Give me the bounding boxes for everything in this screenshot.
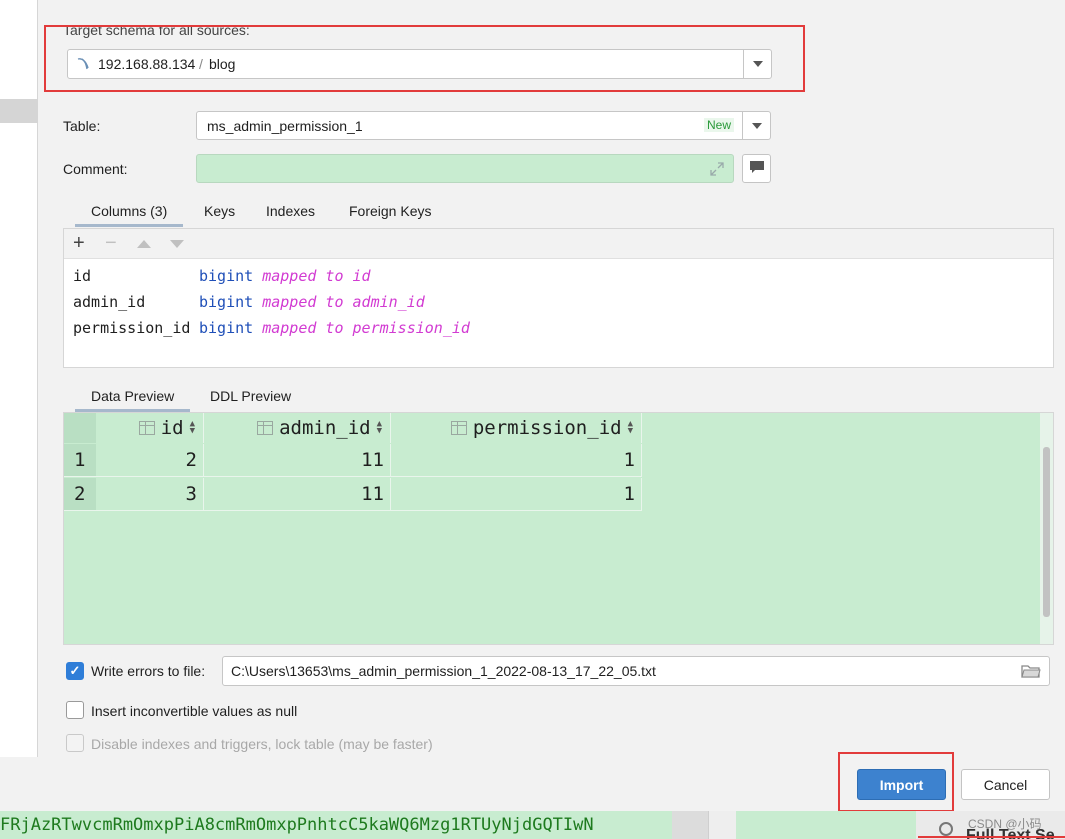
left-panel-selected-row[interactable]: [0, 99, 38, 123]
grid-header-admin-id[interactable]: admin_id ▲ ▼: [204, 413, 391, 443]
chevron-down-icon[interactable]: [743, 50, 771, 78]
background-strip: [708, 811, 736, 839]
background-terminal-text: FRjAzRTwvcmRmOmxpPiA8cmRmOmxpPnhtcC5kaWQ…: [0, 811, 672, 839]
import-button[interactable]: Import: [857, 769, 946, 800]
error-file-path: C:\Users\13653\ms_admin_permission_1_202…: [231, 663, 656, 679]
column-name: admin_id: [73, 293, 146, 311]
column-type: bigint: [199, 267, 254, 285]
background-underline: [918, 836, 1065, 838]
write-errors-label: Write errors to file:: [91, 663, 206, 679]
table-combo[interactable]: ms_admin_permission_1 New: [196, 111, 771, 140]
column-icon: [450, 421, 467, 435]
write-errors-checkbox[interactable]: ✓: [66, 662, 84, 680]
column-type: bigint: [199, 319, 254, 337]
grid-header-permission-id[interactable]: permission_id ▲ ▼: [391, 413, 642, 443]
grid-cell[interactable]: 3: [96, 478, 204, 511]
background-strip: [672, 811, 708, 839]
target-schema-combo[interactable]: 192.168.88.134 / blog: [67, 49, 772, 79]
tab-columns[interactable]: Columns (3): [74, 203, 184, 227]
sort-icon[interactable]: ▲ ▼: [377, 420, 382, 436]
mapped-target: admin_id: [352, 293, 425, 311]
grid-cell[interactable]: 1: [391, 444, 642, 477]
tab-keys[interactable]: Keys: [204, 203, 235, 219]
column-type: bigint: [199, 293, 254, 311]
comment-bubble-button[interactable]: [742, 154, 771, 183]
database-icon: [76, 56, 92, 72]
error-file-field[interactable]: C:\Users\13653\ms_admin_permission_1_202…: [222, 656, 1050, 686]
speech-bubble-icon: [749, 160, 765, 177]
tab-foreign-keys[interactable]: Foreign Keys: [349, 203, 431, 219]
schema-name: blog: [209, 56, 236, 72]
list-item[interactable]: admin_id bigint mapped to admin_id: [73, 289, 470, 315]
left-panel: [0, 0, 38, 757]
mapped-text: mapped to: [262, 319, 344, 337]
comment-label: Comment:: [63, 161, 128, 177]
columns-toolbar: + −: [64, 229, 1053, 259]
schema-separator: /: [199, 56, 203, 72]
header-label: admin_id: [279, 417, 371, 439]
disable-indexes-label: Disable indexes and triggers, lock table…: [91, 736, 433, 752]
columns-panel: + − id bigint mapped to id admin_id bigi…: [63, 228, 1054, 368]
mapped-target: id: [352, 267, 371, 285]
tab-ddl-preview[interactable]: DDL Preview: [210, 388, 291, 404]
mapped-target: permission_id: [352, 319, 470, 337]
new-badge: New: [704, 118, 735, 132]
column-name: permission_id: [73, 319, 191, 337]
background-strip: [736, 811, 916, 839]
move-down-icon[interactable]: [170, 240, 184, 248]
header-label: permission_id: [472, 417, 622, 439]
expand-icon[interactable]: [709, 161, 725, 180]
grid-cell[interactable]: 1: [391, 478, 642, 511]
grid-header-id[interactable]: id ▲ ▼: [96, 413, 204, 443]
column-icon: [257, 421, 274, 435]
list-item[interactable]: id bigint mapped to id: [73, 263, 470, 289]
row-number[interactable]: 1: [64, 444, 96, 477]
data-preview-grid: id ▲ ▼ admin_id ▲ ▼ permission_id ▲ ▼ 1 2 11 1…: [63, 412, 1054, 645]
column-list: id bigint mapped to id admin_id bigint m…: [73, 263, 470, 341]
scrollbar-thumb[interactable]: [1043, 447, 1050, 617]
cancel-button[interactable]: Cancel: [961, 769, 1050, 800]
tab-indexes[interactable]: Indexes: [266, 203, 315, 219]
mapped-text: mapped to: [262, 293, 344, 311]
insert-null-label: Insert inconvertible values as null: [91, 703, 298, 719]
grid-cell[interactable]: 11: [204, 478, 391, 511]
column-name: id: [73, 267, 92, 285]
disable-indexes-checkbox[interactable]: [66, 734, 84, 752]
comment-field[interactable]: [196, 154, 734, 183]
list-item[interactable]: permission_id bigint mapped to permissio…: [73, 315, 470, 341]
watermark: CSDN @小码: [968, 817, 1042, 831]
vertical-scrollbar[interactable]: [1040, 413, 1053, 644]
search-icon: [939, 822, 953, 836]
header-label: id: [160, 417, 184, 439]
column-icon: [138, 421, 155, 435]
sort-icon[interactable]: ▲ ▼: [628, 420, 633, 436]
table-name: ms_admin_permission_1: [207, 118, 363, 134]
grid-corner: [64, 413, 96, 443]
move-up-icon[interactable]: [137, 240, 151, 248]
insert-null-checkbox[interactable]: [66, 701, 84, 719]
schema-host: 192.168.88.134: [98, 56, 196, 72]
table-label: Table:: [63, 118, 101, 134]
row-number[interactable]: 2: [64, 478, 96, 511]
grid-cell[interactable]: 11: [204, 444, 391, 477]
tab-data-preview[interactable]: Data Preview: [74, 388, 191, 412]
mapped-text: mapped to: [262, 267, 344, 285]
add-icon[interactable]: +: [73, 232, 85, 255]
remove-icon[interactable]: −: [105, 232, 117, 255]
sort-icon[interactable]: ▲ ▼: [190, 420, 195, 436]
grid-cell[interactable]: 2: [96, 444, 204, 477]
folder-icon[interactable]: [1021, 663, 1041, 682]
chevron-down-icon[interactable]: [742, 112, 770, 139]
